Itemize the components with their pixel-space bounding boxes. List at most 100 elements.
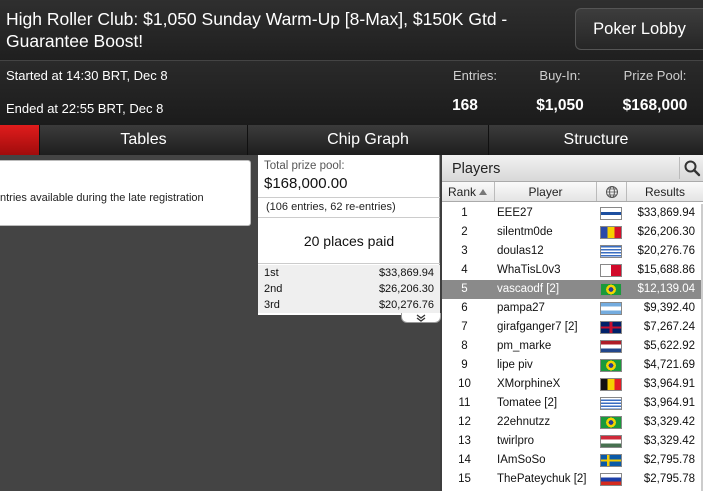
player-rank: 3 (461, 245, 468, 257)
player-rank: 7 (461, 321, 468, 333)
sort-up-icon (479, 188, 487, 195)
end-time: Ended at 22:55 BRT, Dec 8 (6, 101, 164, 116)
player-name: doulas12 (497, 245, 544, 257)
player-result: $26,206.30 (637, 226, 695, 238)
player-result: $2,795.78 (643, 454, 695, 466)
hungary-flag-icon (600, 435, 622, 448)
united-kingdom-flag-icon (600, 321, 622, 334)
tab-structure[interactable]: Structure (488, 125, 703, 155)
player-name: 22ehnutzz (497, 416, 551, 428)
payout-place: 1st (264, 267, 279, 279)
player-row[interactable]: 11 Tomatee [2] $3,964.91 (442, 394, 701, 413)
tournament-info-bar: Started at 14:30 BRT, Dec 8 Ended at 22:… (0, 60, 703, 125)
players-column-header: Rank Player Results (442, 182, 703, 202)
brazil-flag-icon (600, 283, 622, 296)
payout-row: 3rd $20,276.76 (258, 297, 440, 313)
tab-tables[interactable]: Tables (39, 125, 247, 155)
player-name: WhaTisL0v3 (497, 264, 561, 276)
title-bar: High Roller Club: $1,050 Sunday Warm-Up … (0, 0, 703, 60)
player-rank: 9 (461, 359, 468, 371)
player-rank: 1 (461, 207, 468, 219)
player-row[interactable]: 4 WhaTisL0v3 $15,688.86 (442, 261, 701, 280)
belgium-flag-icon (600, 378, 622, 391)
player-result: $33,869.94 (637, 207, 695, 219)
search-icon (684, 160, 700, 177)
start-time: Started at 14:30 BRT, Dec 8 (6, 68, 168, 83)
payout-place: 3rd (264, 299, 280, 311)
malta-flag-icon (600, 264, 622, 277)
places-paid: 20 places paid (303, 233, 395, 249)
player-rank: 4 (461, 264, 468, 276)
player-name: silentm0de (497, 226, 553, 238)
player-row[interactable]: 14 IAmSoSo $2,795.78 (442, 451, 701, 470)
brazil-flag-icon (600, 359, 622, 372)
player-rank: 15 (458, 473, 471, 485)
entries-breakdown: (106 entries, 62 re-entries) (266, 201, 396, 213)
player-row[interactable]: 13 twirlpro $3,329.42 (442, 432, 701, 451)
prize-pool-label: Prize Pool: (623, 68, 687, 83)
tab-chip-graph[interactable]: Chip Graph (247, 125, 488, 155)
player-result: $2,795.78 (643, 473, 695, 485)
tournament-title: High Roller Club: $1,050 Sunday Warm-Up … (6, 9, 508, 51)
players-panel: Players Rank Player Results 1 EEE27 $33,… (442, 155, 703, 491)
player-result: $3,329.42 (643, 416, 695, 428)
poker-lobby-button[interactable]: Poker Lobby (575, 8, 703, 50)
player-row[interactable]: 12 22ehnutzz $3,329.42 (442, 413, 701, 432)
player-row[interactable]: 6 pampa27 $9,392.40 (442, 299, 701, 318)
player-rank: 11 (458, 397, 471, 409)
payout-row: 2nd $26,206.30 (258, 281, 440, 297)
buy-in-label: Buy-In: (539, 68, 581, 83)
rank-column-label: Rank (447, 184, 476, 199)
player-row[interactable]: 15 ThePateychuk [2] $2,795.78 (442, 470, 701, 489)
netherlands-flag-icon (600, 340, 622, 353)
prize-box: Total prize pool: $168,000.00 (106 entri… (258, 155, 440, 315)
player-rank: 8 (461, 340, 468, 352)
player-rank: 10 (458, 378, 471, 390)
sweden-flag-icon (600, 454, 622, 467)
russia-flag-icon (600, 473, 622, 486)
greece-flag-icon (600, 245, 622, 258)
late-registration-note: ntries available during the late registr… (0, 192, 204, 204)
entries-label: Entries: (452, 68, 498, 83)
payout-amount: $33,869.94 (378, 267, 434, 279)
player-name: vascaodf [2] (497, 283, 560, 295)
players-header: Players (442, 155, 703, 182)
divider (258, 263, 440, 264)
players-title: Players (452, 161, 501, 177)
globe-icon (605, 185, 618, 198)
player-row[interactable]: 1 EEE27 $33,869.94 (442, 204, 701, 223)
argentina-flag-icon (600, 302, 622, 315)
player-row[interactable]: 10 XMorphineX $3,964.91 (442, 375, 701, 394)
player-rank: 14 (458, 454, 471, 466)
player-result: $3,964.91 (643, 378, 695, 390)
player-name: XMorphineX (497, 378, 561, 390)
player-name: lipe piv (497, 359, 533, 371)
divider (258, 197, 440, 198)
results-column-header[interactable]: Results (626, 182, 703, 201)
player-result: $12,139.04 (637, 283, 695, 295)
player-result: $15,688.86 (637, 264, 695, 276)
player-name: pm_marke (497, 340, 552, 352)
content-area: ntries available during the late registr… (0, 155, 703, 491)
player-result: $7,267.24 (643, 321, 695, 333)
player-row[interactable]: 2 silentm0de $26,206.30 (442, 223, 701, 242)
brazil-flag-icon (600, 416, 622, 429)
prize-panel: Total prize pool: $168,000.00 (106 entri… (258, 155, 441, 491)
player-row[interactable]: 3 doulas12 $20,276.76 (442, 242, 701, 261)
search-button[interactable] (679, 157, 703, 179)
country-column-header[interactable] (596, 182, 626, 201)
buy-in-value: $1,050 (536, 97, 584, 114)
player-rank: 13 (458, 435, 471, 447)
tab-bar: Tables Chip Graph Structure (0, 125, 703, 155)
player-row[interactable]: 9 lipe piv $4,721.69 (442, 356, 701, 375)
tab-info[interactable] (0, 125, 39, 155)
info-panel: ntries available during the late registr… (0, 155, 258, 491)
player-row[interactable]: 5 vascaodf [2] $12,139.04 (442, 280, 701, 299)
expand-payouts-button[interactable] (401, 313, 441, 323)
player-result: $3,329.42 (643, 435, 695, 447)
player-row[interactable]: 8 pm_marke $5,622.92 (442, 337, 701, 356)
player-column-header[interactable]: Player (494, 182, 596, 201)
player-row[interactable]: 7 girafganger7 [2] $7,267.24 (442, 318, 701, 337)
rank-column-header[interactable]: Rank (442, 182, 494, 201)
player-result: $9,392.40 (643, 302, 695, 314)
